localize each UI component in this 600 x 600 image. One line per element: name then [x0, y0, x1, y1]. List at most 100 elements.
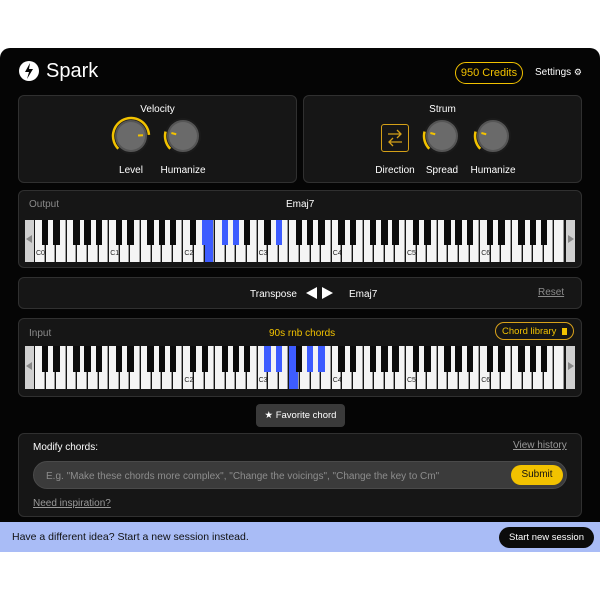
black-key[interactable]	[392, 346, 399, 372]
black-key[interactable]	[115, 220, 123, 246]
settings-label: Settings	[535, 67, 572, 78]
output-scroll-left-button[interactable]	[25, 220, 34, 262]
strum-direction-button[interactable]	[381, 124, 409, 152]
black-key[interactable]	[306, 220, 314, 246]
black-key[interactable]	[201, 220, 208, 246]
black-key[interactable]	[444, 220, 451, 246]
black-key[interactable]	[498, 346, 505, 372]
settings-button[interactable]: Settings ⚙	[535, 67, 582, 78]
white-key[interactable]	[554, 346, 564, 389]
black-key[interactable]	[295, 220, 303, 246]
strum-humanize-knob[interactable]	[473, 116, 513, 156]
black-key[interactable]	[189, 346, 197, 372]
chord-library-button[interactable]: Chord library	[495, 322, 574, 340]
reset-link[interactable]: Reset	[538, 287, 564, 298]
black-key[interactable]	[264, 346, 271, 372]
black-key[interactable]	[73, 346, 80, 372]
black-key[interactable]	[318, 346, 325, 372]
black-key[interactable]	[350, 346, 357, 372]
black-key[interactable]	[455, 220, 462, 246]
black-key[interactable]	[115, 346, 123, 372]
black-key[interactable]	[84, 220, 91, 246]
white-key[interactable]	[554, 220, 564, 262]
black-key[interactable]	[412, 346, 419, 372]
black-key[interactable]	[466, 220, 473, 246]
start-new-session-button[interactable]: Start new session	[499, 527, 594, 548]
black-key[interactable]	[381, 346, 388, 372]
input-scroll-right-button[interactable]	[566, 346, 575, 389]
black-key[interactable]	[189, 220, 197, 246]
black-key[interactable]	[350, 220, 357, 246]
view-history-link[interactable]: View history	[513, 440, 567, 451]
black-key[interactable]	[53, 346, 60, 372]
black-key[interactable]	[318, 220, 325, 246]
black-key[interactable]	[424, 220, 431, 246]
submit-button[interactable]: Submit	[511, 465, 563, 485]
black-key[interactable]	[95, 220, 102, 246]
black-key[interactable]	[244, 220, 251, 246]
black-key[interactable]	[412, 220, 419, 246]
strum-spread-knob[interactable]	[422, 116, 462, 156]
black-key[interactable]	[529, 220, 536, 246]
black-key[interactable]	[147, 220, 154, 246]
output-keyboard[interactable]: C0 C1 C2 C3 C4 C5 C6	[35, 220, 565, 262]
transpose-up-button[interactable]	[322, 287, 333, 299]
velocity-level-knob[interactable]	[111, 116, 151, 156]
black-key[interactable]	[158, 220, 165, 246]
transpose-down-button[interactable]	[306, 287, 317, 299]
black-key[interactable]	[73, 220, 80, 246]
black-key[interactable]	[540, 220, 548, 246]
black-key[interactable]	[147, 346, 154, 372]
black-key[interactable]	[486, 346, 494, 372]
black-key[interactable]	[221, 346, 228, 372]
black-key[interactable]	[381, 220, 388, 246]
octave-label: C4	[332, 377, 342, 384]
black-key[interactable]	[498, 220, 505, 246]
black-key[interactable]	[540, 346, 548, 372]
black-key[interactable]	[127, 220, 134, 246]
black-key[interactable]	[84, 346, 91, 372]
black-key[interactable]	[169, 346, 177, 372]
black-key[interactable]	[338, 346, 345, 372]
black-key[interactable]	[232, 220, 240, 246]
black-key[interactable]	[424, 346, 431, 372]
modify-chords-input-wrap: Submit	[33, 461, 567, 489]
black-key[interactable]	[41, 220, 48, 246]
black-key[interactable]	[275, 346, 283, 372]
black-key[interactable]	[529, 346, 536, 372]
black-key[interactable]	[518, 220, 525, 246]
black-key[interactable]	[486, 220, 494, 246]
black-key[interactable]	[201, 346, 208, 372]
black-key[interactable]	[455, 346, 462, 372]
black-key[interactable]	[338, 220, 345, 246]
black-key[interactable]	[53, 220, 60, 246]
black-key[interactable]	[169, 220, 177, 246]
input-keyboard[interactable]: C2 C3 C4 C5 C6	[35, 346, 565, 389]
black-key[interactable]	[369, 346, 377, 372]
octave-label: C2	[184, 250, 194, 257]
black-key[interactable]	[244, 346, 251, 372]
velocity-humanize-knob[interactable]	[163, 116, 203, 156]
black-key[interactable]	[41, 346, 48, 372]
black-key[interactable]	[518, 346, 525, 372]
black-key[interactable]	[369, 220, 377, 246]
black-key[interactable]	[264, 220, 271, 246]
black-key[interactable]	[221, 220, 228, 246]
black-key[interactable]	[295, 346, 303, 372]
credits-badge[interactable]: 950 Credits	[455, 62, 523, 84]
black-key[interactable]	[466, 346, 473, 372]
favorite-chord-button[interactable]: ★ Favorite chord	[256, 404, 345, 427]
need-inspiration-link[interactable]: Need inspiration?	[33, 498, 111, 509]
octave-label: C0	[36, 250, 45, 257]
black-key[interactable]	[158, 346, 165, 372]
black-key[interactable]	[232, 346, 240, 372]
input-scroll-left-button[interactable]	[25, 346, 34, 389]
output-scroll-right-button[interactable]	[566, 220, 575, 262]
black-key[interactable]	[95, 346, 102, 372]
black-key[interactable]	[306, 346, 314, 372]
modify-chords-input[interactable]	[44, 467, 508, 485]
black-key[interactable]	[127, 346, 134, 372]
black-key[interactable]	[275, 220, 283, 246]
black-key[interactable]	[392, 220, 399, 246]
black-key[interactable]	[444, 346, 451, 372]
